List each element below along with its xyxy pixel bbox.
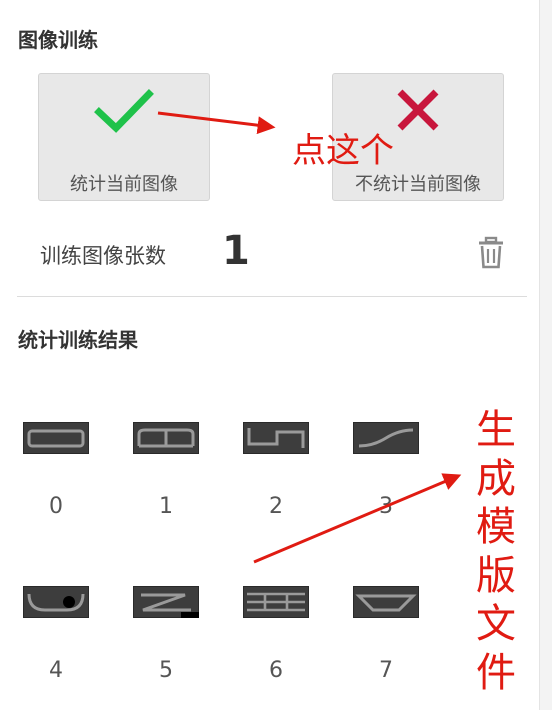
scrollbar[interactable] <box>539 0 552 710</box>
template-label: 3 <box>379 494 393 519</box>
results-section-title: 统计训练结果 <box>18 328 138 352</box>
template-image-4[interactable] <box>23 586 89 618</box>
template-label: 4 <box>49 658 63 683</box>
training-image-count-label: 训练图像张数 <box>40 244 166 268</box>
template-image-5[interactable] <box>133 586 199 618</box>
template-image-3[interactable] <box>353 422 419 454</box>
arrow-to-results <box>253 473 462 564</box>
training-section-title: 图像训练 <box>18 28 98 52</box>
annotation-generate-template-file: 生成模版文件 <box>476 407 516 696</box>
template-label: 5 <box>159 658 173 683</box>
template-image-2[interactable] <box>243 422 309 454</box>
template-image-1[interactable] <box>133 422 199 454</box>
template-label: 7 <box>379 658 393 683</box>
template-label: 2 <box>269 494 283 519</box>
trash-icon[interactable] <box>477 236 505 270</box>
training-image-count-value: 1 <box>222 228 250 274</box>
do-not-count-current-image-label: 不统计当前图像 <box>355 174 481 195</box>
template-image-6[interactable] <box>243 586 309 618</box>
template-label: 0 <box>49 494 63 519</box>
section-divider <box>17 296 527 297</box>
template-label: 1 <box>159 494 173 519</box>
template-image-0[interactable] <box>23 422 89 454</box>
template-label: 6 <box>269 658 283 683</box>
count-current-image-label: 统计当前图像 <box>70 174 178 195</box>
template-image-7[interactable] <box>353 586 419 618</box>
annotation-click-this: 点这个 <box>292 131 394 171</box>
count-current-image-button[interactable]: 统计当前图像 <box>38 73 210 201</box>
check-icon <box>94 89 154 133</box>
cross-icon <box>397 89 439 131</box>
